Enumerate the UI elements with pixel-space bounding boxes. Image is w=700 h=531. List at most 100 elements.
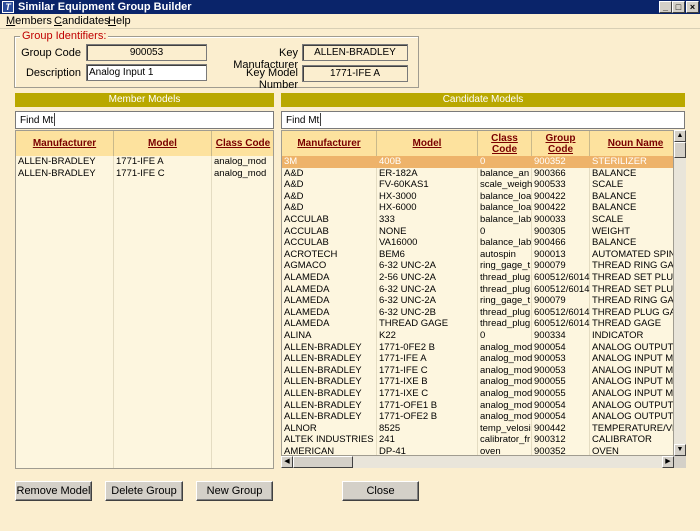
member-table-row[interactable]: ALLEN-BRADLEY 1771-IFE A analog_mod bbox=[16, 156, 273, 168]
candidate-table-row[interactable]: ALAMEDA 6-32 UNC-2B thread_plug 600512/6014… bbox=[282, 306, 673, 319]
candidate-table-cell: 0 bbox=[480, 225, 486, 237]
candidate-table-row[interactable]: ALLEN-BRADLEY 1771-0FE2 B analog_mod 900054… bbox=[282, 341, 673, 354]
candidate-table-cell: AUTOMATED SPIN bbox=[592, 248, 674, 260]
scroll-down-icon[interactable]: ▼ bbox=[674, 444, 686, 456]
candidate-header-row: Manufacturer Model Class Code Group Code Nou… bbox=[282, 131, 673, 156]
menu-help[interactable]: Help bbox=[108, 15, 131, 27]
candidate-vertical-scrollbar[interactable]: ▲ ▼ bbox=[674, 130, 686, 456]
new-group-button[interactable]: New Group bbox=[196, 481, 273, 501]
candidate-table-cell: ALLEN-BRADLEY bbox=[284, 341, 362, 353]
candidate-table-cell: ACCULAB bbox=[284, 237, 329, 249]
candidate-column-header[interactable]: Manufacturer bbox=[282, 131, 377, 156]
member-table-cell: 1771-IFE C bbox=[116, 167, 165, 179]
candidate-table-cell: thread_plug bbox=[480, 306, 531, 318]
candidate-column-header[interactable]: Noun Name bbox=[590, 131, 673, 156]
candidate-table-row[interactable]: ALLEN-BRADLEY 1771-IXE B analog_mod 900055 A… bbox=[282, 376, 673, 388]
candidate-table-row[interactable]: ALLEN-BRADLEY 1771-IXE C analog_mod 900055 A… bbox=[282, 388, 673, 400]
candidate-table-row[interactable]: A&D HX-3000 balance_loa 900422 BALANCE bbox=[282, 190, 673, 203]
candidate-find-row: Find Mtr bbox=[281, 111, 685, 129]
candidate-table-cell: analog_mod bbox=[480, 341, 532, 353]
candidate-table-cell: analog_mod bbox=[480, 364, 532, 376]
candidate-table-cell: 1771-0FE2 B bbox=[379, 341, 435, 353]
scroll-left-icon[interactable]: ◀ bbox=[281, 456, 293, 468]
candidate-table-cell: 3M bbox=[284, 156, 298, 167]
candidate-table-row[interactable]: 3M 400B 0 900352 STERILIZER bbox=[282, 156, 673, 168]
candidate-table-cell: ALINA bbox=[284, 330, 312, 341]
member-table-cell: 1771-IFE A bbox=[116, 156, 164, 167]
candidate-table-row[interactable]: A&D HX-6000 balance_loa 900422 BALANCE bbox=[282, 202, 673, 214]
candidate-table-row[interactable]: ALLEN-BRADLEY 1771-IFE A analog_mod 900053 A… bbox=[282, 353, 674, 365]
candidate-column-header[interactable]: Class Code bbox=[478, 131, 532, 156]
candidate-table-row[interactable]: ALAMEDA THREAD GAGE thread_plug 600512/6014… bbox=[282, 318, 673, 330]
remove-model-button[interactable]: Remove Model bbox=[15, 481, 92, 501]
candidate-table-row[interactable]: ALAMEDA 2-56 UNC-2A thread_plug 600512/6014… bbox=[282, 272, 673, 284]
member-table-cell: analog_mod bbox=[214, 156, 267, 167]
candidate-table-cell: thread_plug bbox=[480, 283, 531, 295]
candidate-table-row[interactable]: A&D ER-182A balance_an 900366 BALANCE bbox=[282, 167, 673, 180]
candidate-table-cell: 900054 bbox=[534, 399, 566, 411]
candidate-table-cell: ANALOG INPUT MO bbox=[592, 353, 674, 365]
candidate-table-cell: 900079 bbox=[534, 295, 566, 307]
window-title: Similar Equipment Group Builder bbox=[18, 1, 192, 13]
candidate-horizontal-scrollbar[interactable]: ◀ ▶ bbox=[281, 456, 674, 468]
candidate-table-row[interactable]: ALINA K22 0 900334 INDICATOR bbox=[282, 330, 673, 342]
candidate-table-row[interactable]: ACROTECH BEM6 autospin 900013 AUTOMATED SPIN bbox=[282, 248, 674, 261]
close-button[interactable]: Close bbox=[342, 481, 419, 501]
member-models-grid[interactable]: Manufacturer Model Class Code ALLEN-BRADLEY… bbox=[15, 130, 274, 469]
candidate-table-row[interactable]: ALLEN-BRADLEY 1771-OFE1 B analog_mod 900054… bbox=[282, 399, 673, 412]
candidate-table-row[interactable]: ALAMEDA 6-32 UNC-2A ring_gage_t 900079 THREA… bbox=[282, 295, 673, 307]
menu-candidates[interactable]: Candidates bbox=[54, 15, 110, 27]
candidate-table-row[interactable]: AMERICAN DP-41 oven 900352 OVEN bbox=[282, 446, 673, 455]
member-column-header[interactable]: Model bbox=[114, 131, 212, 156]
close-icon[interactable]: × bbox=[686, 1, 699, 13]
group-identifiers-legend: Group Identifiers: bbox=[20, 30, 109, 42]
scroll-right-icon[interactable]: ▶ bbox=[662, 456, 674, 468]
menu-members[interactable]: Members bbox=[6, 15, 52, 27]
candidate-table-cell: 2-56 UNC-2A bbox=[379, 272, 437, 283]
candidate-table-row[interactable]: ALLEN-BRADLEY 1771-OFE2 B analog_mod 900054… bbox=[282, 411, 673, 423]
candidate-table-cell: 900053 bbox=[534, 364, 566, 376]
candidate-table-cell: 1771-IXE B bbox=[379, 376, 428, 388]
candidate-table-cell: 1771-IXE C bbox=[379, 388, 429, 399]
candidate-models-grid[interactable]: Manufacturer Model Class Code Group Code Nou… bbox=[281, 130, 674, 456]
candidate-table-cell: A&D bbox=[284, 190, 304, 202]
member-table-cell: ALLEN-BRADLEY bbox=[18, 156, 96, 167]
scroll-up-icon[interactable]: ▲ bbox=[674, 130, 686, 142]
member-find-input[interactable] bbox=[54, 113, 114, 126]
delete-group-button[interactable]: Delete Group bbox=[105, 481, 183, 501]
vertical-scroll-thumb[interactable] bbox=[674, 142, 686, 158]
horizontal-scroll-thumb[interactable] bbox=[293, 456, 353, 468]
candidate-table-cell: SCALE bbox=[592, 179, 624, 191]
candidate-column-header[interactable]: Group Code bbox=[532, 131, 590, 156]
candidate-table-row[interactable]: ACCULAB NONE 0 900305 WEIGHT bbox=[282, 225, 673, 238]
candidate-table-row[interactable]: ACCULAB VA16000 balance_lab 900466 BALANCE bbox=[282, 237, 673, 249]
candidate-table-cell: calibrator_fr bbox=[480, 434, 531, 446]
candidate-table-cell: scale_weigh bbox=[480, 179, 532, 191]
candidate-table-cell: SCALE bbox=[592, 214, 624, 225]
candidate-table-cell: balance_an bbox=[480, 167, 530, 179]
candidate-table-row[interactable]: ALTEK INDUSTRIES 241 calibrator_fr 900312 CA… bbox=[282, 434, 673, 446]
candidate-models-header: Candidate Models bbox=[281, 93, 685, 107]
candidate-table-cell: 900054 bbox=[534, 341, 566, 353]
candidate-table-cell: balance_lab bbox=[480, 214, 532, 225]
candidate-table-cell: 0 bbox=[480, 156, 486, 167]
key-model-number-field: 1771-IFE A bbox=[302, 65, 408, 82]
member-table-row[interactable]: ALLEN-BRADLEY 1771-IFE C analog_mod bbox=[16, 167, 273, 180]
candidate-find-input[interactable] bbox=[320, 113, 380, 126]
candidate-column-header[interactable]: Model bbox=[377, 131, 478, 156]
candidate-table-row[interactable]: ALLEN-BRADLEY 1771-IFE C analog_mod 900053 A… bbox=[282, 364, 673, 377]
app-icon: T bbox=[2, 1, 14, 13]
maximize-icon[interactable]: □ bbox=[672, 1, 685, 13]
candidate-table-row[interactable]: A&D FV-60KAS1 scale_weigh 900533 SCALE bbox=[282, 179, 673, 191]
member-column-header[interactable]: Manufacturer bbox=[16, 131, 114, 156]
candidate-table-row[interactable]: ACCULAB 333 balance_lab 900033 SCALE bbox=[282, 214, 673, 226]
candidate-table-cell: 1771-IFE C bbox=[379, 364, 428, 376]
description-input[interactable]: Analog Input 1 bbox=[86, 64, 207, 81]
candidate-table-row[interactable]: ALNOR 8525 temp_velosi 900442 TEMPERATURE/VE bbox=[282, 423, 673, 435]
member-column-header[interactable]: Class Code bbox=[212, 131, 273, 156]
candidate-table-cell: ALAMEDA bbox=[284, 283, 330, 295]
candidate-table-row[interactable]: AGMACO 6-32 UNC-2A ring_gage_t 900079 THREAD… bbox=[282, 260, 673, 272]
minimize-icon[interactable]: _ bbox=[659, 1, 672, 13]
candidate-table-row[interactable]: ALAMEDA 6-32 UNC-2A thread_plug 600512/6014… bbox=[282, 283, 673, 296]
group-code-label: Group Code bbox=[21, 47, 81, 59]
